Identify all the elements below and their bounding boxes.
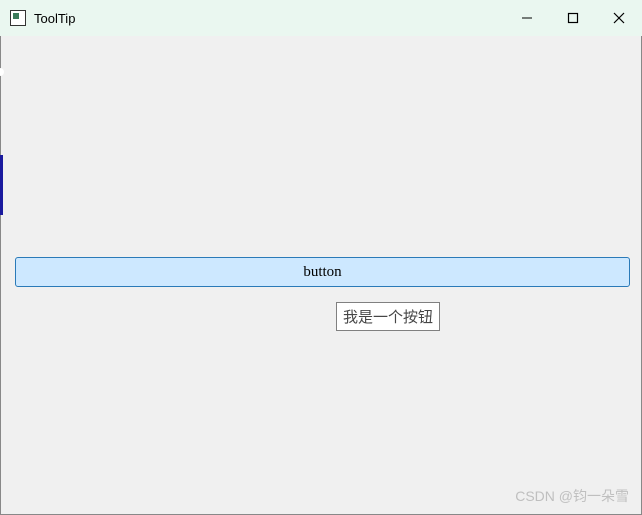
minimize-button[interactable] xyxy=(504,0,550,36)
maximize-icon xyxy=(567,12,579,24)
tooltip: 我是一个按钮 xyxy=(336,302,440,331)
window-controls xyxy=(504,0,642,36)
client-area: button 我是一个按钮 CSDN @钧一朵雪 xyxy=(0,36,642,515)
minimize-icon xyxy=(521,12,533,24)
maximize-button[interactable] xyxy=(550,0,596,36)
close-icon xyxy=(613,12,625,24)
watermark: CSDN @钧一朵雪 xyxy=(515,486,629,506)
titlebar: ToolTip xyxy=(0,0,642,36)
close-button[interactable] xyxy=(596,0,642,36)
window-title: ToolTip xyxy=(34,11,75,26)
app-icon xyxy=(10,10,26,26)
app-window: ToolTip button 我是一个按钮 CSDN @钧一朵雪 xyxy=(0,0,642,515)
left-accent-bar xyxy=(0,155,3,215)
main-button[interactable]: button xyxy=(15,257,630,287)
